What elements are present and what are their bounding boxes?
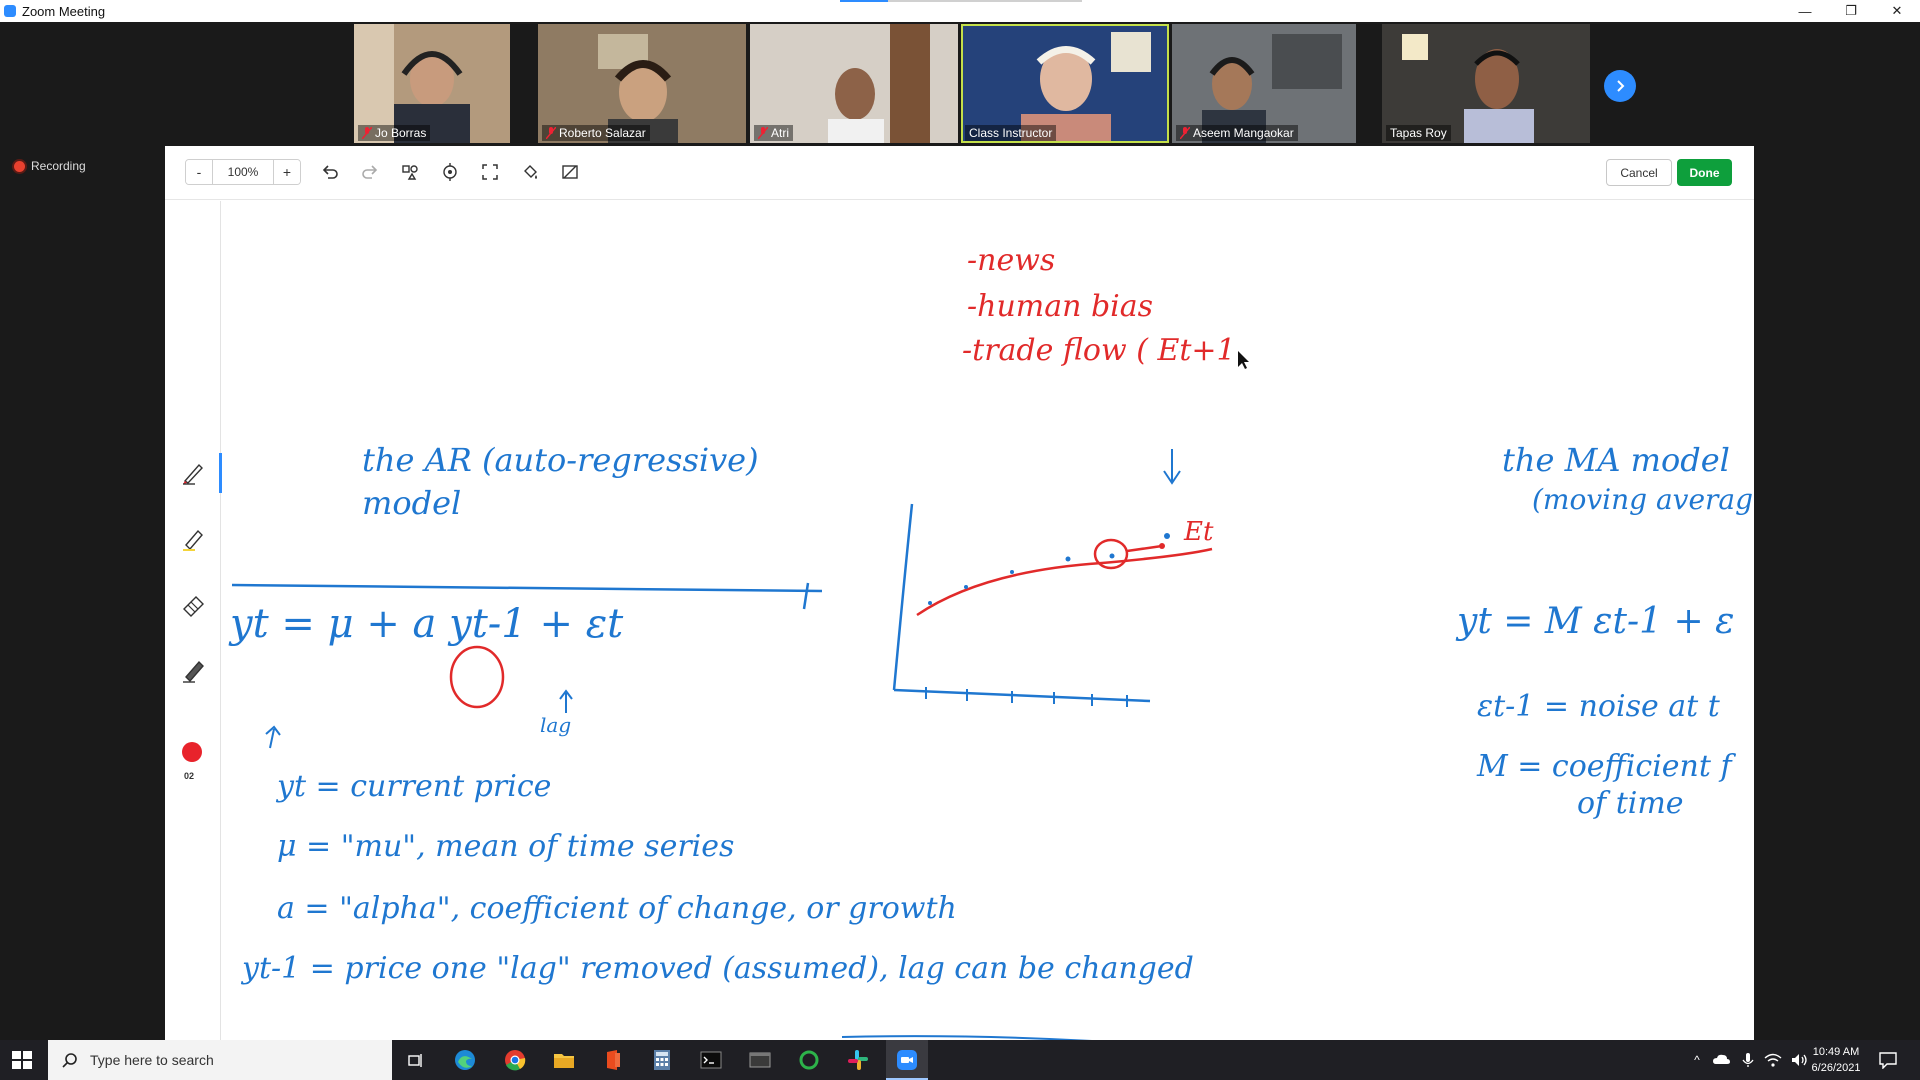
mic-muted-icon [362, 127, 372, 139]
participant-name-label: Aseem Mangaokar [1176, 125, 1298, 141]
participant-name-label: Jo Borras [358, 125, 431, 141]
eraser-icon[interactable] [179, 589, 209, 619]
whiteboard-toolbar: - 100% + Cancel Done [165, 146, 1754, 200]
done-button[interactable]: Done [1677, 159, 1732, 186]
windows-taskbar: Type here to search ^ 10:49 AM 6/26/2021 [0, 1040, 1920, 1080]
notifications-icon[interactable] [1878, 1051, 1898, 1069]
whiteboard-panel: - 100% + Cancel Done 02 -news -human bia… [165, 146, 1754, 1040]
alpha-circle [449, 645, 505, 709]
app-window-icon[interactable] [748, 1048, 772, 1072]
edge-icon[interactable] [453, 1048, 477, 1072]
marker-icon[interactable] [179, 655, 209, 685]
participant-tile-active[interactable]: Class Instructor [961, 24, 1169, 143]
fit-screen-icon[interactable] [479, 161, 501, 183]
minimize-icon[interactable]: — [1782, 0, 1828, 22]
graph-x-axis [893, 688, 1151, 703]
participant-name: Atri [771, 126, 789, 140]
spotlight-icon[interactable] [439, 161, 461, 183]
participant-tile[interactable]: Jo Borras [354, 24, 510, 143]
clock-date: 6/26/2021 [1811, 1062, 1861, 1074]
search-placeholder: Type here to search [90, 1052, 214, 1068]
participant-name-label: Tapas Roy [1386, 125, 1451, 141]
participant-name-label: Roberto Salazar [542, 125, 650, 141]
participant-strip: Jo Borras Roberto Salazar Atri Class Ins… [0, 22, 1920, 146]
mouse-cursor [1238, 351, 1249, 369]
onedrive-icon[interactable] [1712, 1052, 1732, 1068]
window-titlebar: Zoom Meeting — ❐ ✕ [0, 0, 1920, 22]
participant-name: Roberto Salazar [559, 126, 646, 140]
participant-name-label: Atri [754, 125, 793, 141]
yt-arrow [265, 725, 281, 749]
window-controls: — ❐ ✕ [1782, 0, 1920, 22]
mic-muted-icon [758, 127, 768, 139]
zoom-app-icon [4, 5, 16, 17]
calculator-icon[interactable] [650, 1048, 674, 1072]
participant-name: Tapas Roy [1390, 126, 1447, 140]
share-indicator-track [888, 0, 1082, 2]
ar-underline [231, 583, 823, 593]
down-arrow [1163, 449, 1181, 485]
ar-underline-tick [802, 582, 810, 610]
pen-color-swatch[interactable] [182, 742, 202, 762]
office-icon[interactable] [601, 1048, 625, 1072]
window-title: Zoom Meeting [22, 3, 106, 19]
pen-sidebar: 02 [165, 201, 222, 1040]
participant-tile[interactable]: Atri [750, 24, 958, 143]
ink-strokes [231, 351, 1249, 1040]
windows-start-icon[interactable] [12, 1051, 32, 1069]
microphone-icon[interactable] [1740, 1052, 1756, 1068]
participant-name-label: Class Instructor [965, 125, 1057, 141]
system-tray: ^ [1686, 1040, 1808, 1080]
sync-icon[interactable] [797, 1048, 821, 1072]
file-explorer-icon[interactable] [552, 1048, 576, 1072]
slack-icon[interactable] [846, 1048, 870, 1072]
cancel-button[interactable]: Cancel [1606, 159, 1672, 186]
clear-icon[interactable] [559, 161, 581, 183]
redo-icon[interactable] [359, 161, 381, 183]
restore-icon[interactable]: ❐ [1828, 0, 1874, 22]
show-hidden-icons-icon[interactable]: ^ [1686, 1053, 1708, 1067]
close-icon[interactable]: ✕ [1874, 0, 1920, 22]
terminal-icon[interactable] [699, 1048, 723, 1072]
wifi-icon[interactable] [1764, 1052, 1782, 1068]
highlighter-icon[interactable] [179, 523, 209, 553]
participant-tile[interactable]: Roberto Salazar [538, 24, 746, 143]
mic-muted-icon [546, 127, 556, 139]
mic-muted-icon [1180, 127, 1190, 139]
graph-label-epsilon: Et [1184, 517, 1214, 547]
recording-icon [14, 160, 25, 172]
next-page-button[interactable] [1604, 70, 1636, 102]
clock-time: 10:49 AM [1812, 1046, 1860, 1058]
participant-tile[interactable]: Aseem Mangaokar [1172, 24, 1356, 143]
zoom-control: - 100% + [185, 159, 301, 185]
participant-name: Class Instructor [969, 126, 1053, 140]
zoom-taskbar-icon[interactable] [895, 1048, 919, 1072]
pen-size-label[interactable]: 02 [184, 771, 194, 781]
zoom-out-button[interactable]: - [186, 160, 212, 184]
graph-y-axis [892, 503, 914, 691]
search-icon [62, 1053, 77, 1068]
participant-name: Aseem Mangaokar [1193, 126, 1294, 140]
whiteboard-canvas[interactable]: -news -human bias -trade flow ( Et+1 the… [222, 201, 1754, 1040]
lag-arrow [559, 689, 573, 713]
share-indicator [840, 0, 888, 2]
recording-label: Recording [31, 159, 86, 173]
taskbar-clock[interactable]: 10:49 AM 6/26/2021 [1806, 1044, 1866, 1076]
chevron-right-icon [1617, 80, 1625, 92]
trend-curve [916, 547, 1213, 617]
participant-name: Jo Borras [375, 126, 427, 140]
shapes-icon[interactable] [399, 161, 421, 183]
pen-icon[interactable] [179, 457, 209, 487]
task-view-icon[interactable] [404, 1048, 428, 1072]
taskbar-search-box[interactable]: Type here to search [48, 1040, 392, 1080]
zoom-level[interactable]: 100% [212, 160, 274, 184]
fill-icon[interactable] [519, 161, 541, 183]
participant-tile[interactable]: Tapas Roy [1382, 24, 1590, 143]
chrome-icon[interactable] [503, 1048, 527, 1072]
undo-icon[interactable] [319, 161, 341, 183]
zoom-in-button[interactable]: + [274, 160, 300, 184]
recording-indicator: Recording [14, 159, 86, 173]
